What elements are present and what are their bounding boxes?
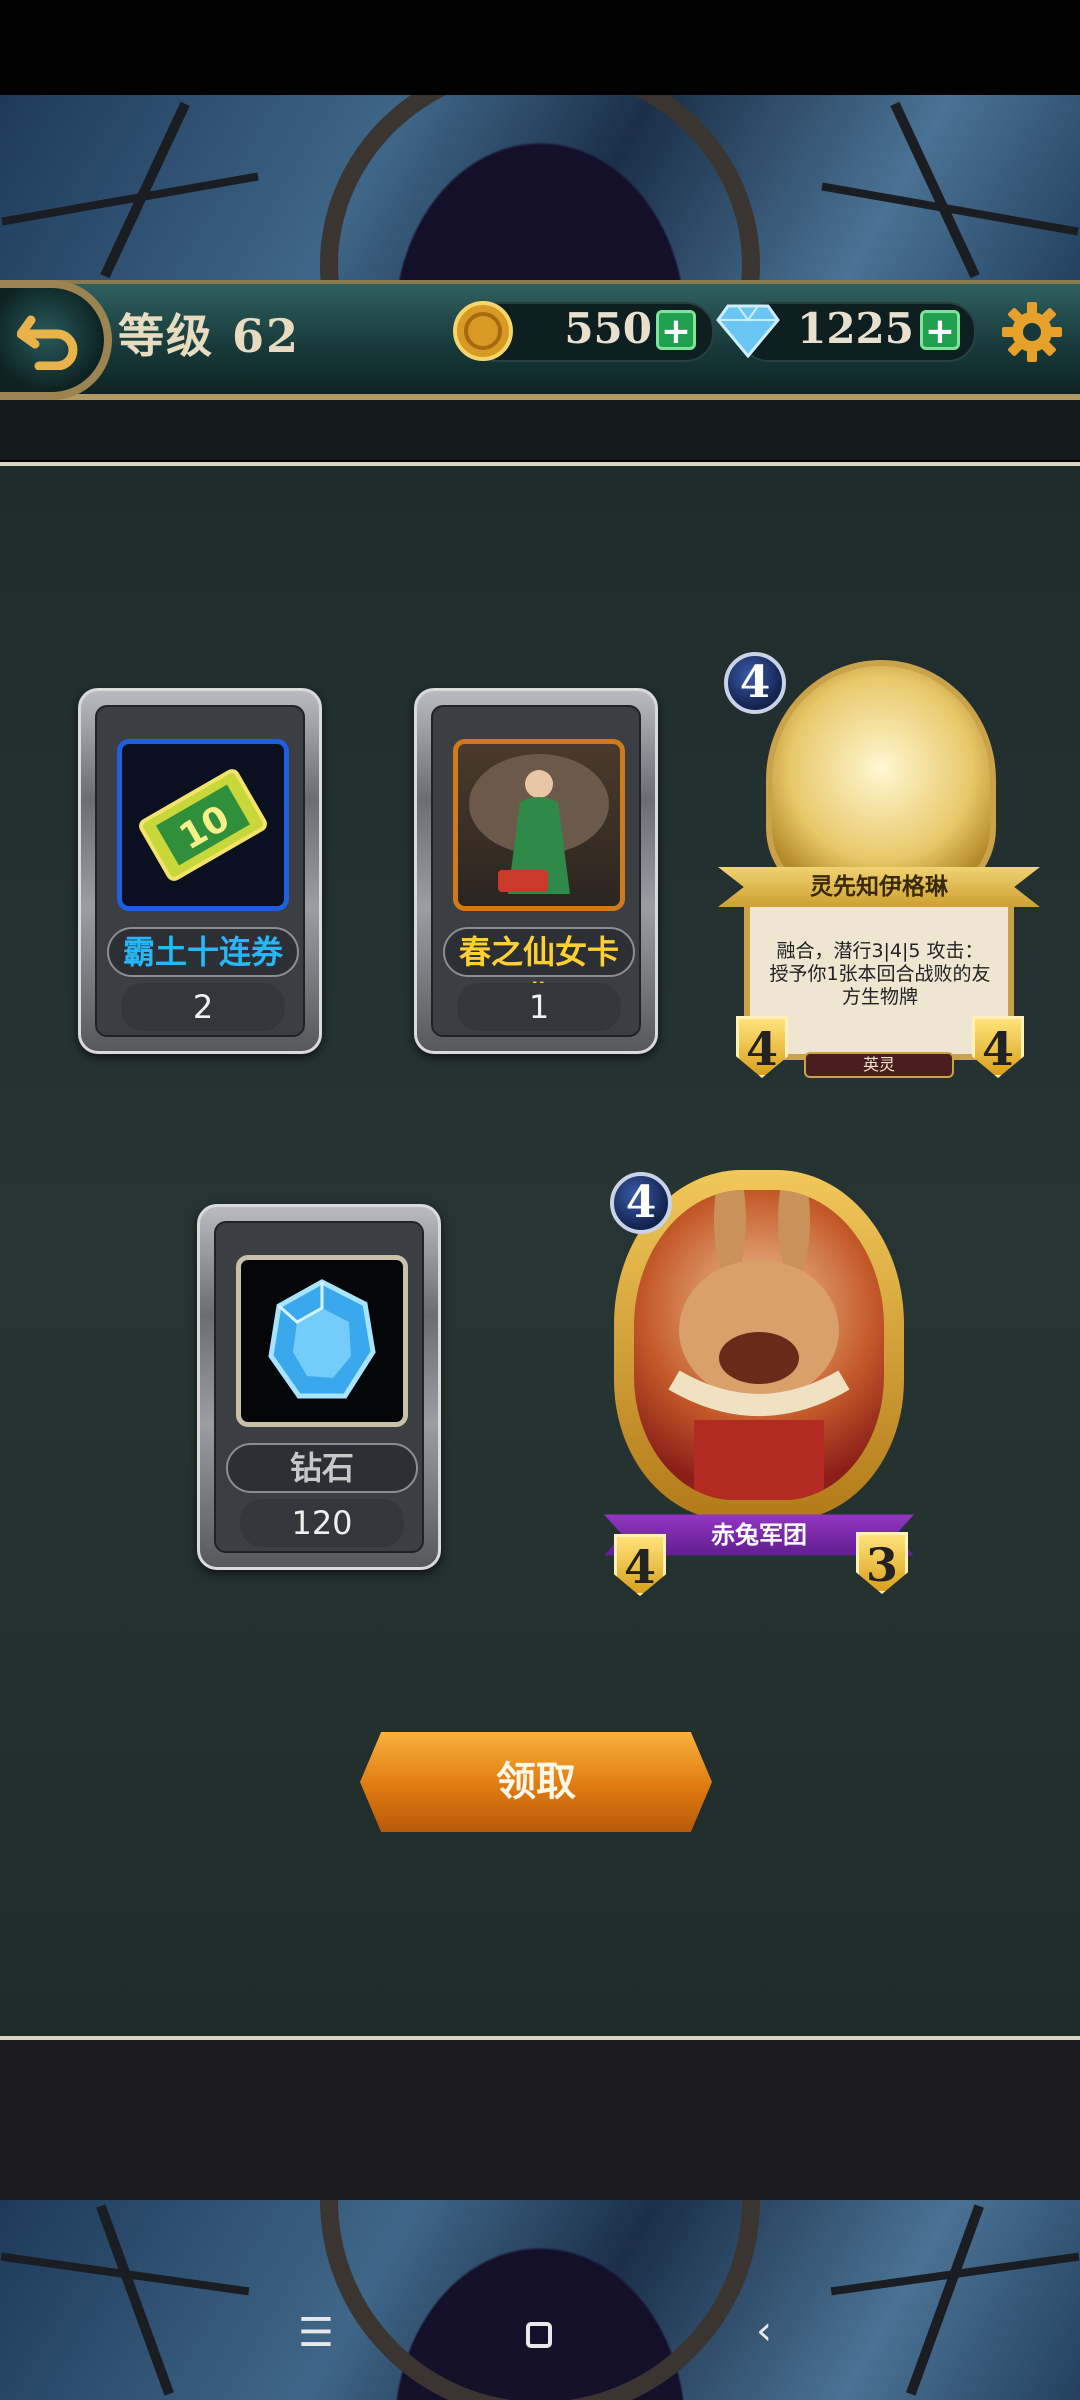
card-type: 英灵 [862, 1055, 895, 1074]
gold-amount: 550 [564, 304, 652, 353]
claim-button[interactable]: 领取 [360, 1732, 712, 1832]
claim-button-label: 领取 [496, 1759, 576, 1805]
player-level: 等级 62 [118, 309, 301, 363]
card-health: 4 [972, 1016, 1024, 1078]
reward-name: 钻石 [226, 1443, 418, 1493]
reward-ticket[interactable]: 10 霸土十连券 2 [78, 688, 322, 1054]
card-text: 融合，潜行3|4|5 攻击：授予你1张本回合战败的友方生物牌 [769, 940, 991, 1008]
gold-coin-icon [453, 301, 513, 361]
back-icon[interactable]: ‹ [756, 2308, 772, 2354]
card-name: 赤兔军团 [711, 1520, 807, 1549]
reward-count: 1 [457, 983, 621, 1031]
card-health: 3 [856, 1532, 908, 1594]
hero-card[interactable]: 灵先知伊格琳 融合，潜行3|4|5 攻击：授予你1张本回合战败的友方生物牌 英灵… [718, 640, 1040, 1080]
gear-icon[interactable] [1000, 300, 1064, 364]
card-attack: 4 [736, 1016, 788, 1078]
reward-count: 2 [121, 983, 285, 1031]
reward-card-back[interactable]: 春之仙女卡背 1 [414, 688, 658, 1054]
diamond-icon [716, 304, 780, 358]
status-bar [0, 0, 1080, 95]
fairy-figure-icon [469, 754, 609, 894]
diamond-amount: 1225 [797, 304, 914, 353]
minion-card[interactable]: 赤兔军团 4 4 3 [594, 1160, 924, 1600]
ticket-icon: 10 [139, 769, 267, 881]
diamond-image [236, 1255, 408, 1427]
footer-band [0, 2040, 1080, 2200]
header-shadow-band [0, 400, 1080, 460]
ticket-image: 10 [117, 739, 289, 911]
card-name: 灵先知伊格琳 [810, 873, 948, 900]
card-cost: 4 [610, 1172, 672, 1234]
top-stained-glass [0, 95, 1080, 285]
menu-icon[interactable]: ☰ [298, 2310, 334, 2356]
reward-diamonds[interactable]: 钻石 120 [197, 1204, 441, 1570]
back-arrow-icon [17, 315, 78, 370]
card-cost: 4 [724, 652, 786, 714]
add-diamond-button[interactable]: + [920, 310, 960, 351]
card-back-image [453, 739, 625, 911]
blue-gem-icon [268, 1279, 376, 1399]
home-icon[interactable] [526, 2322, 552, 2348]
card-portrait [766, 660, 996, 900]
reward-name: 霸土十连券 [107, 927, 299, 977]
reward-count: 120 [240, 1499, 404, 1547]
bottom-stained-glass [0, 2200, 1080, 2400]
card-attack: 4 [614, 1534, 666, 1596]
reward-name: 春之仙女卡背 [443, 927, 635, 1017]
rabbit-icon [668, 1190, 850, 1500]
card-portrait [634, 1190, 884, 1500]
add-gold-button[interactable]: + [656, 310, 696, 351]
